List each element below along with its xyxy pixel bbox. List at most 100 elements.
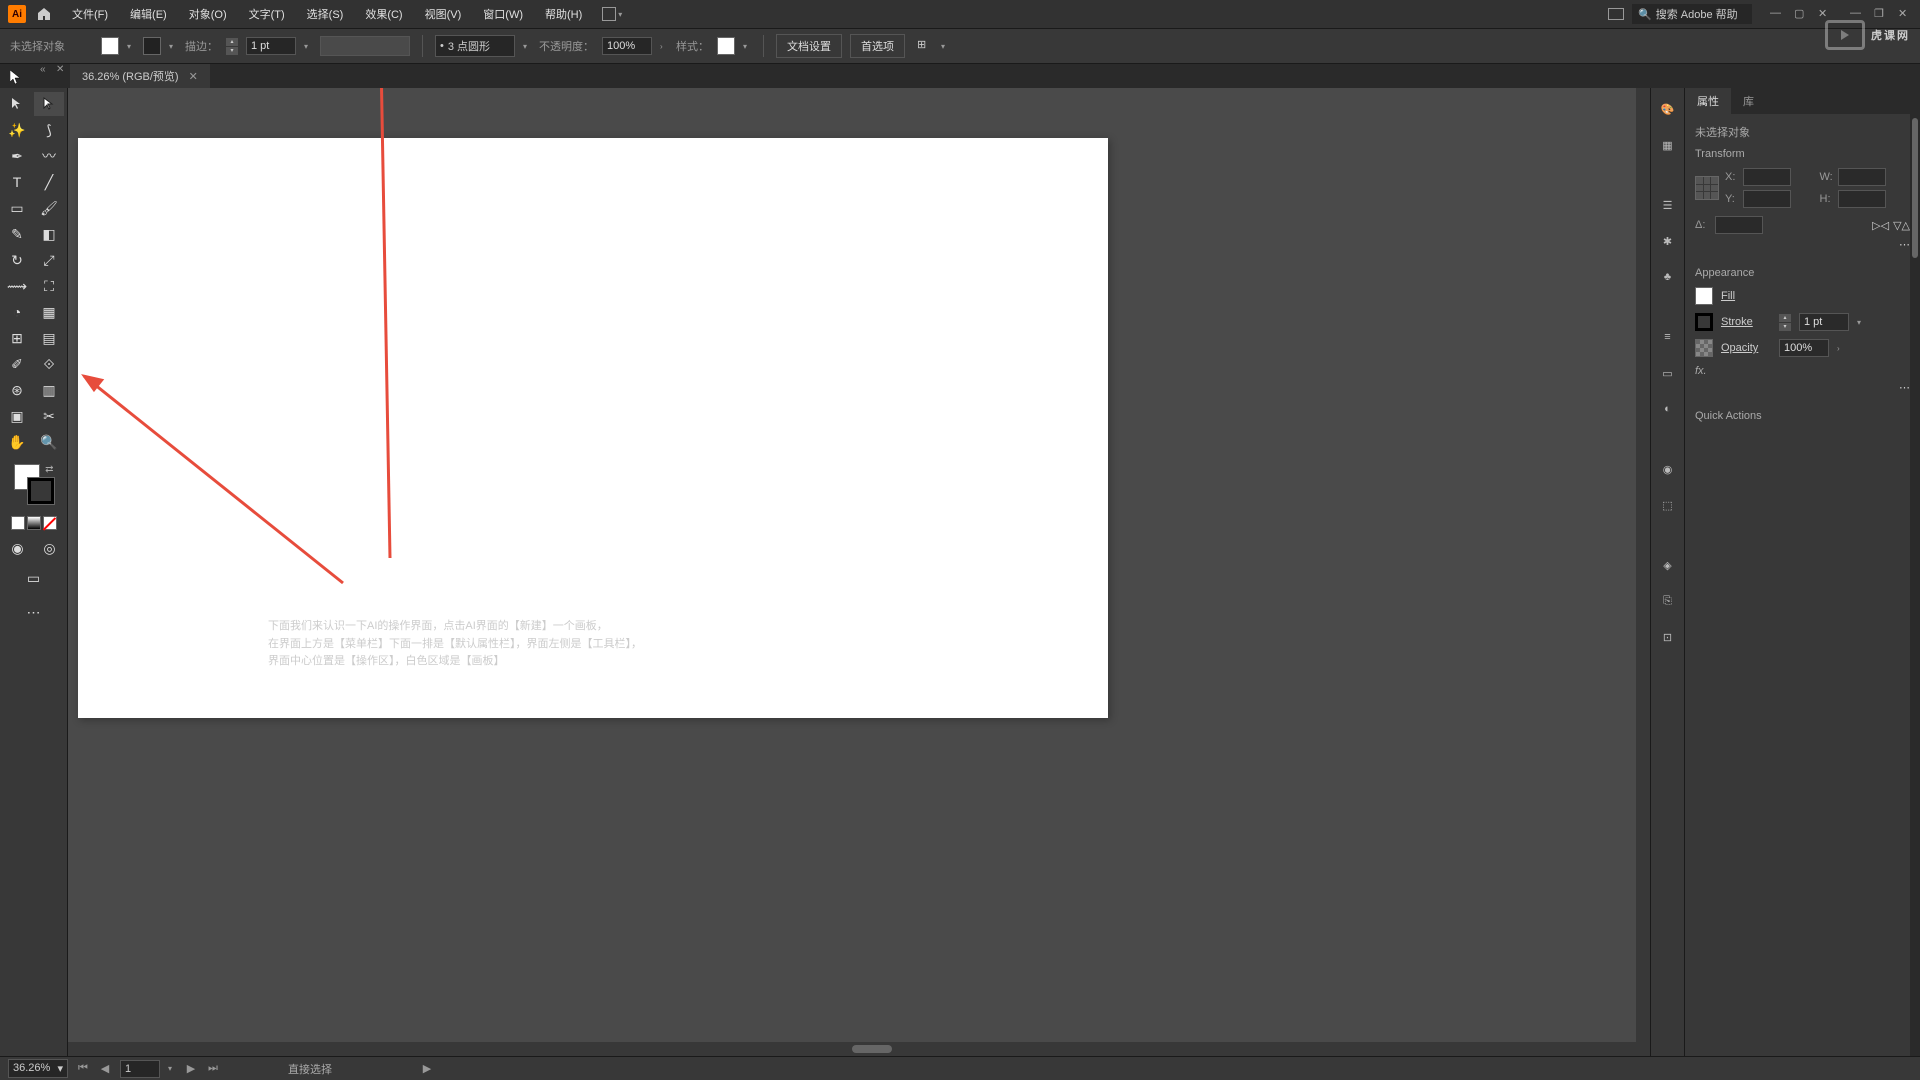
first-artboard-button[interactable]: ⏮: [76, 1062, 90, 1075]
stroke-weight-dropdown[interactable]: ▾: [304, 42, 312, 51]
menu-file[interactable]: 文件(F): [62, 2, 118, 26]
swatches-panel-icon[interactable]: ▦: [1657, 134, 1679, 156]
stroke-val-panel[interactable]: 1 pt: [1799, 313, 1849, 331]
canvas-area[interactable]: 下面我们来认识一下AI的操作界面，点击AI界面的【新建】一个画板， 在界面上方是…: [68, 88, 1650, 1056]
h-input[interactable]: [1838, 190, 1886, 208]
rectangle-tool[interactable]: ▭: [2, 196, 32, 220]
color-panel-icon[interactable]: 🎨: [1657, 98, 1679, 120]
opacity-label-panel[interactable]: Opacity: [1721, 342, 1771, 354]
edit-toolbar[interactable]: ⋯: [19, 600, 49, 624]
stroke-label-panel[interactable]: Stroke: [1721, 316, 1771, 328]
reference-point[interactable]: [1695, 176, 1719, 200]
doc-setup-button[interactable]: 文档设置: [776, 34, 842, 58]
inner-close-icon[interactable]: ✕: [1818, 7, 1832, 21]
gradient-tool[interactable]: ▤: [34, 326, 64, 350]
arrange-dropdown[interactable]: ▾: [618, 10, 626, 19]
lasso-tool[interactable]: ⟆: [34, 118, 64, 142]
opacity-val-panel[interactable]: 100%: [1779, 339, 1829, 357]
panel-scrollbar[interactable]: [1910, 88, 1920, 1056]
libraries-panel-icon[interactable]: ⎘: [1657, 590, 1679, 612]
direct-selection-tool[interactable]: [34, 92, 64, 116]
flip-vertical-icon[interactable]: ▽△: [1893, 219, 1910, 232]
tab-close-left[interactable]: ✕: [56, 64, 64, 75]
app-close-icon[interactable]: ✕: [1898, 7, 1912, 21]
mesh-tool[interactable]: ⊞: [2, 326, 32, 350]
stroke-panel-icon[interactable]: ♣: [1657, 266, 1679, 288]
color-mode-gradient[interactable]: [27, 516, 41, 530]
color-mode-none[interactable]: [43, 516, 57, 530]
arrange-icon[interactable]: [602, 7, 616, 21]
rotate-tool[interactable]: ↻: [2, 248, 32, 272]
symbols-panel-icon[interactable]: ✱: [1657, 230, 1679, 252]
last-artboard-button[interactable]: ⏭: [206, 1062, 220, 1075]
asset-export-panel-icon[interactable]: ⊡: [1657, 626, 1679, 648]
curvature-tool[interactable]: 〰: [34, 144, 64, 168]
y-input[interactable]: [1743, 190, 1791, 208]
align-dropdown[interactable]: ▾: [941, 42, 949, 51]
transform-more-icon[interactable]: ⋯: [1899, 239, 1910, 251]
stroke-val-dropdown[interactable]: ▾: [1857, 318, 1865, 327]
fill-swatch-panel[interactable]: [1695, 287, 1713, 305]
color-mode-solid[interactable]: [11, 516, 25, 530]
paintbrush-tool[interactable]: 🖌: [34, 196, 64, 220]
stroke-weight-input[interactable]: 1 pt: [246, 37, 296, 55]
workspace-icon[interactable]: [1608, 8, 1624, 20]
flip-horizontal-icon[interactable]: ▷◁: [1872, 219, 1889, 232]
tab-libraries[interactable]: 库: [1731, 88, 1766, 114]
column-graph-tool[interactable]: ▥: [34, 378, 64, 402]
shaper-tool[interactable]: ✎: [2, 222, 32, 246]
layers2-panel-icon[interactable]: ◈: [1657, 554, 1679, 576]
width-tool[interactable]: ⟿: [2, 274, 32, 298]
prefs-button[interactable]: 首选项: [850, 34, 905, 58]
brushes-panel-icon[interactable]: ☰: [1657, 194, 1679, 216]
type-tool[interactable]: T: [2, 170, 32, 194]
eyedropper-tool[interactable]: ✐: [2, 352, 32, 376]
home-icon[interactable]: [34, 4, 54, 24]
app-maximize-icon[interactable]: ❐: [1874, 7, 1888, 21]
slice-tool[interactable]: ✂: [34, 404, 64, 428]
zoom-select[interactable]: 36.26%▾: [8, 1059, 68, 1078]
scale-tool[interactable]: ⤢: [34, 248, 64, 272]
style-swatch[interactable]: [717, 37, 735, 55]
fill-dropdown[interactable]: ▾: [127, 42, 135, 51]
stroke-color[interactable]: [28, 478, 54, 504]
fill-swatch[interactable]: [101, 37, 119, 55]
prev-artboard-button[interactable]: ◀: [98, 1062, 112, 1075]
align-icon[interactable]: ⊞: [917, 38, 933, 54]
fill-label[interactable]: Fill: [1721, 290, 1771, 302]
draw-mode-behind[interactable]: ◎: [35, 536, 65, 560]
fx-button[interactable]: fx.: [1695, 365, 1910, 377]
appearance-more-icon[interactable]: ⋯: [1899, 382, 1910, 394]
var-width-profile[interactable]: [320, 36, 410, 56]
menu-type[interactable]: 文字(T): [239, 2, 295, 26]
w-input[interactable]: [1838, 168, 1886, 186]
angle-input[interactable]: [1715, 216, 1763, 234]
menu-view[interactable]: 视图(V): [415, 2, 472, 26]
eraser-tool[interactable]: ◧: [34, 222, 64, 246]
layers-panel-icon[interactable]: ≡: [1657, 326, 1679, 348]
swap-fill-stroke-icon[interactable]: ⇄: [45, 464, 53, 475]
opacity-dropdown-panel[interactable]: ›: [1837, 344, 1845, 353]
hand-tool[interactable]: ✋: [2, 430, 32, 454]
zoom-tool[interactable]: 🔍: [34, 430, 64, 454]
menu-edit[interactable]: 编辑(E): [120, 2, 177, 26]
line-tool[interactable]: ╱: [34, 170, 64, 194]
fill-stroke-indicator[interactable]: ⇄: [14, 464, 54, 504]
perspective-tool[interactable]: ▦: [34, 300, 64, 324]
app-minimize-icon[interactable]: —: [1850, 7, 1864, 21]
menu-select[interactable]: 选择(S): [297, 2, 354, 26]
document-tab[interactable]: 36.26% (RGB/预览) ✕: [70, 64, 210, 88]
stroke-dropdown[interactable]: ▾: [169, 42, 177, 51]
vertical-scrollbar[interactable]: [1636, 88, 1650, 1056]
opacity-dropdown[interactable]: ›: [660, 42, 668, 51]
menu-window[interactable]: 窗口(W): [473, 2, 533, 26]
draw-mode-normal[interactable]: ◉: [3, 536, 33, 560]
stroke-stepper[interactable]: ▴▾: [226, 38, 238, 55]
artboard-dropdown[interactable]: ▾: [168, 1064, 176, 1073]
brush-dropdown[interactable]: ▾: [523, 42, 531, 51]
shape-builder-tool[interactable]: ◔: [2, 300, 32, 324]
stroke-swatch-panel[interactable]: [1695, 313, 1713, 331]
opacity-swatch-panel[interactable]: [1695, 339, 1713, 357]
selection-tool[interactable]: [2, 92, 32, 116]
magic-wand-tool[interactable]: ✨: [2, 118, 32, 142]
